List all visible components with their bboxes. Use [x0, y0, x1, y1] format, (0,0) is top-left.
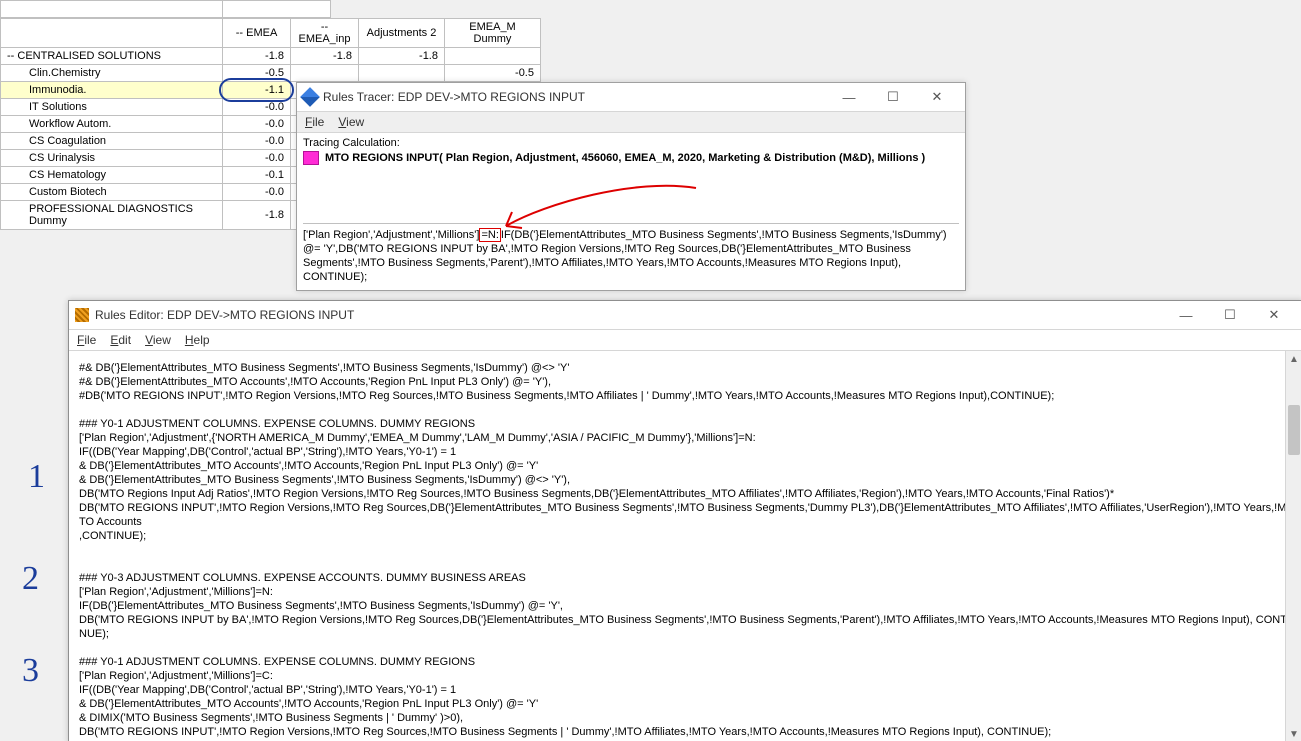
row-label[interactable]: CS Coagulation	[1, 133, 223, 150]
row-label[interactable]: CS Hematology	[1, 167, 223, 184]
rules-tracer-window: Rules Tracer: EDP DEV->MTO REGIONS INPUT…	[296, 82, 966, 291]
row-label[interactable]: Workflow Autom.	[1, 116, 223, 133]
row-label[interactable]: PROFESSIONAL DIAGNOSTICS Dummy	[1, 201, 223, 230]
maximize-button[interactable]: ☐	[871, 83, 915, 111]
grid-row: -- CENTRALISED SOLUTIONS-1.8-1.8-1.8	[1, 48, 541, 65]
grid-header-row: MTO Business Segments -- EMEA -- EMEA_in…	[1, 19, 541, 48]
editor-title: Rules Editor: EDP DEV->MTO REGIONS INPUT	[95, 308, 1164, 322]
col-header-1[interactable]: -- EMEA_inp	[291, 19, 359, 48]
row-label[interactable]: Clin.Chemistry	[1, 65, 223, 82]
editor-titlebar[interactable]: Rules Editor: EDP DEV->MTO REGIONS INPUT…	[69, 301, 1301, 330]
annotation-3: 3	[22, 652, 39, 690]
annotation-2: 2	[22, 560, 39, 598]
menu-view[interactable]: View	[145, 333, 171, 347]
editor-app-icon	[75, 308, 89, 322]
rules-editor-window: Rules Editor: EDP DEV->MTO REGIONS INPUT…	[68, 300, 1301, 741]
grid-cell[interactable]: -1.8	[223, 201, 291, 230]
grid-cell[interactable]	[291, 65, 359, 82]
row-label[interactable]: CS Urinalysis	[1, 150, 223, 167]
grid-cell[interactable]: -1.8	[291, 48, 359, 65]
rule-highlight: =N:	[479, 228, 500, 242]
row-label[interactable]: -- CENTRALISED SOLUTIONS	[1, 48, 223, 65]
tracing-label: Tracing Calculation:	[303, 137, 959, 149]
row-label[interactable]: Custom Biotech	[1, 184, 223, 201]
editor-menubar: File Edit View Help	[69, 330, 1301, 351]
grid-row: Clin.Chemistry-0.5-0.5	[1, 65, 541, 82]
grid-cell[interactable]	[445, 48, 541, 65]
tracer-menubar: File View	[297, 111, 965, 133]
menu-view[interactable]: View	[338, 115, 364, 129]
menu-help[interactable]: Help	[185, 333, 210, 347]
editor-text-area[interactable]: #& DB('}ElementAttributes_MTO Business S…	[69, 351, 1301, 741]
annotation-1: 1	[28, 458, 45, 496]
grid-cell[interactable]: -0.1	[223, 167, 291, 184]
grid-cell[interactable]: -0.5	[223, 65, 291, 82]
minimize-button[interactable]: —	[827, 83, 871, 111]
row-label[interactable]: Immunodia.	[1, 82, 223, 99]
grid-cell[interactable]: -1.8	[223, 48, 291, 65]
grid-cell[interactable]: -0.0	[223, 150, 291, 167]
grid-cell[interactable]: -0.0	[223, 99, 291, 116]
tracing-calc-text: MTO REGIONS INPUT( Plan Region, Adjustme…	[325, 152, 925, 164]
tracer-titlebar[interactable]: Rules Tracer: EDP DEV->MTO REGIONS INPUT…	[297, 83, 965, 111]
minimize-button[interactable]: —	[1164, 301, 1208, 329]
col-header-2[interactable]: Adjustments 2	[359, 19, 445, 48]
rule-pre: ['Plan Region','Adjustment','Millions']	[303, 229, 479, 241]
tab-mto-affiliates[interactable]: MTO Affiliates	[223, 1, 331, 18]
scroll-up-arrow[interactable]: ▲	[1286, 351, 1301, 367]
scroll-down-arrow[interactable]: ▼	[1286, 726, 1301, 741]
menu-file[interactable]: File	[77, 333, 96, 347]
row-label[interactable]: IT Solutions	[1, 99, 223, 116]
grid-cell[interactable]: -0.5	[445, 65, 541, 82]
scroll-thumb[interactable]	[1288, 405, 1300, 455]
grid-cell[interactable]	[359, 65, 445, 82]
grid-cell[interactable]: -0.0	[223, 116, 291, 133]
grid-cell[interactable]: -1.8	[359, 48, 445, 65]
menu-file[interactable]: File	[305, 115, 324, 129]
close-button[interactable]: ✕	[1252, 301, 1296, 329]
tracer-rule-text[interactable]: ['Plan Region','Adjustment','Millions']=…	[303, 223, 959, 284]
tracer-title: Rules Tracer: EDP DEV->MTO REGIONS INPUT	[323, 90, 827, 104]
grid-spacer	[1, 1, 223, 18]
app-icon	[300, 87, 320, 107]
menu-edit[interactable]: Edit	[110, 333, 131, 347]
maximize-button[interactable]: ☐	[1208, 301, 1252, 329]
tracing-calc-line[interactable]: MTO REGIONS INPUT( Plan Region, Adjustme…	[303, 151, 959, 165]
grid-cell[interactable]: -0.0	[223, 133, 291, 150]
grid-cell[interactable]: -1.1	[223, 82, 291, 99]
col-header-0[interactable]: -- EMEA	[223, 19, 291, 48]
grid-cell[interactable]: -0.0	[223, 184, 291, 201]
segments-header[interactable]: MTO Business Segments	[1, 19, 223, 48]
cube-icon	[303, 151, 319, 165]
vertical-scrollbar[interactable]: ▲ ▼	[1285, 351, 1301, 741]
close-button[interactable]: ✕	[915, 83, 959, 111]
col-header-3[interactable]: EMEA_M Dummy	[445, 19, 541, 48]
